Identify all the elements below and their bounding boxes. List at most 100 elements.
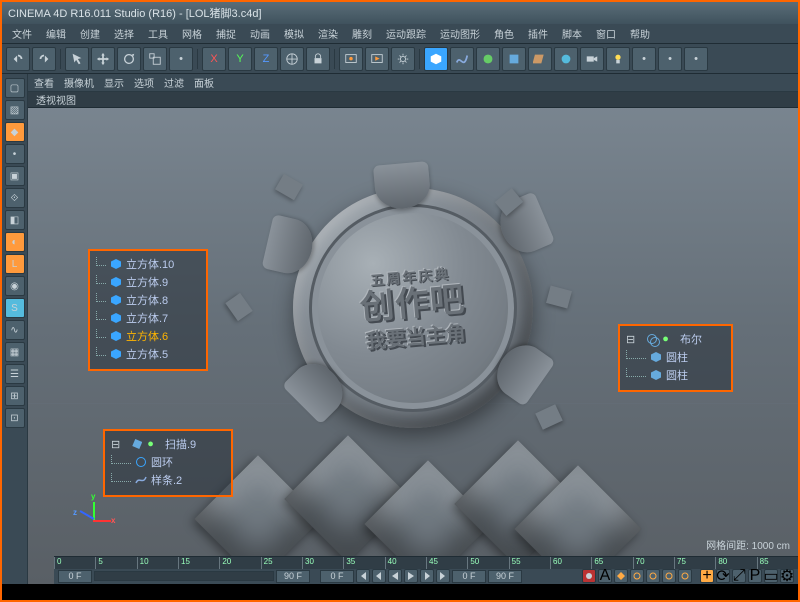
select-tool[interactable] [65,47,89,71]
menu-window[interactable]: 窗口 [590,24,622,43]
add-environment-button[interactable] [554,47,578,71]
range-slider[interactable] [94,571,274,581]
tool-extra2[interactable]: • [658,47,682,71]
menu-render[interactable]: 渲染 [312,24,344,43]
range-to-field[interactable]: 90 F [276,570,310,583]
scale-tool[interactable] [143,47,167,71]
mode-point-icon[interactable]: • [5,144,25,164]
menu-snap[interactable]: 捕捉 [210,24,242,43]
tree-item[interactable]: 立方体.10 [96,255,200,273]
tree-item[interactable]: 立方体.5 [96,345,200,363]
render-pv-button[interactable] [365,47,389,71]
add-spline-button[interactable] [450,47,474,71]
add-generator-button[interactable] [502,47,526,71]
vp-menu-filter[interactable]: 过滤 [164,75,184,90]
key-pla-button[interactable] [678,569,692,583]
tree-item[interactable]: 圆柱 [626,348,725,366]
lock-button[interactable] [306,47,330,71]
tree-item[interactable]: 立方体.8 [96,291,200,309]
left-icon-16[interactable]: ⊡ [5,408,25,428]
left-icon-7[interactable]: ◧ [5,210,25,230]
add-camera-button[interactable] [580,47,604,71]
shard-object[interactable] [225,293,252,321]
key-pos-button[interactable] [630,569,644,583]
preview-to-field[interactable]: 90 F [488,570,522,583]
coord-system-button[interactable] [280,47,304,71]
menu-script[interactable]: 脚本 [556,24,588,43]
undo-button[interactable] [6,47,30,71]
mode-texture-icon[interactable]: ▨ [5,100,25,120]
pos-toggle[interactable]: + [700,569,714,583]
vp-menu-view[interactable]: 查看 [34,75,54,90]
preview-from-field[interactable]: 0 F [320,570,354,583]
render-settings-button[interactable] [391,47,415,71]
move-tool[interactable] [91,47,115,71]
medallion-object[interactable]: 五周年庆典 创作吧 我要当主角 [283,178,543,438]
axis-z-toggle[interactable]: Z [254,47,278,71]
menu-tools[interactable]: 工具 [142,24,174,43]
prev-frame-button[interactable] [372,569,386,583]
tree-item[interactable]: 圆环 [111,453,225,471]
menu-edit[interactable]: 编辑 [40,24,72,43]
vp-menu-camera[interactable]: 摄像机 [64,75,94,90]
recent-tool[interactable]: • [169,47,193,71]
left-icon-13[interactable]: ▦ [5,342,25,362]
redo-button[interactable] [32,47,56,71]
param-toggle[interactable]: P [748,569,762,583]
keysel-button[interactable] [614,569,628,583]
menu-plugin[interactable]: 插件 [522,24,554,43]
render-view-button[interactable] [339,47,363,71]
play-back-button[interactable] [388,569,402,583]
menu-char[interactable]: 角色 [488,24,520,43]
left-icon-14[interactable]: ☰ [5,364,25,384]
menu-select[interactable]: 选择 [108,24,140,43]
add-nurbs-button[interactable] [476,47,500,71]
vp-menu-display[interactable]: 显示 [104,75,124,90]
menu-help[interactable]: 帮助 [624,24,656,43]
rotate-tool[interactable] [117,47,141,71]
mode-poly-icon[interactable]: ▣ [5,166,25,186]
key-scl-button[interactable] [662,569,676,583]
menu-create[interactable]: 创建 [74,24,106,43]
menu-mesh[interactable]: 网格 [176,24,208,43]
tree-item[interactable]: 样条.2 [111,471,225,489]
vp-menu-options[interactable]: 选项 [134,75,154,90]
timeline-settings[interactable]: ⚙ [780,569,794,583]
goto-start-button[interactable] [356,569,370,583]
menu-sculpt[interactable]: 雕刻 [346,24,378,43]
menu-mograph[interactable]: 运动图形 [434,24,486,43]
pla-toggle[interactable]: ▭ [764,569,778,583]
left-icon-15[interactable]: ⊞ [5,386,25,406]
left-icon-8[interactable]: ◐ [5,232,25,252]
left-icon-6[interactable]: ⟐ [5,188,25,208]
viewport[interactable]: 查看 摄像机 显示 选项 过滤 面板 透视视图 五周年庆典 创作吧 我要当主角 [28,74,798,584]
tree-item[interactable]: 立方体.7 [96,309,200,327]
next-frame-button[interactable] [420,569,434,583]
add-deformer-button[interactable] [528,47,552,71]
shard-object[interactable] [275,174,303,201]
rot-toggle[interactable]: ⟳ [716,569,730,583]
left-icon-9[interactable]: L [5,254,25,274]
timeline-ruler[interactable]: 051015202530354045505560657075808590 [54,557,798,569]
autokey-button[interactable]: A [598,569,612,583]
mode-model-icon[interactable]: ▢ [5,78,25,98]
add-cube-button[interactable] [424,47,448,71]
key-rot-button[interactable] [646,569,660,583]
tree-item[interactable]: 立方体.9 [96,273,200,291]
scl-toggle[interactable]: ⤢ [732,569,746,583]
axis-x-toggle[interactable]: X [202,47,226,71]
play-fwd-button[interactable] [404,569,418,583]
current-frame-field[interactable]: 0 F [452,570,486,583]
menu-sim[interactable]: 模拟 [278,24,310,43]
tree-item[interactable]: ⊟ ● 布尔 [626,330,725,348]
goto-end-button[interactable] [436,569,450,583]
left-icon-12[interactable]: ∿ [5,320,25,340]
range-from-field[interactable]: 0 F [58,570,92,583]
tool-extra1[interactable]: • [632,47,656,71]
menu-anim[interactable]: 动画 [244,24,276,43]
record-button[interactable] [582,569,596,583]
left-icon-10[interactable]: ◉ [5,276,25,296]
tool-extra3[interactable]: • [684,47,708,71]
add-light-button[interactable] [606,47,630,71]
mode-edge-icon[interactable]: ◆ [5,122,25,142]
